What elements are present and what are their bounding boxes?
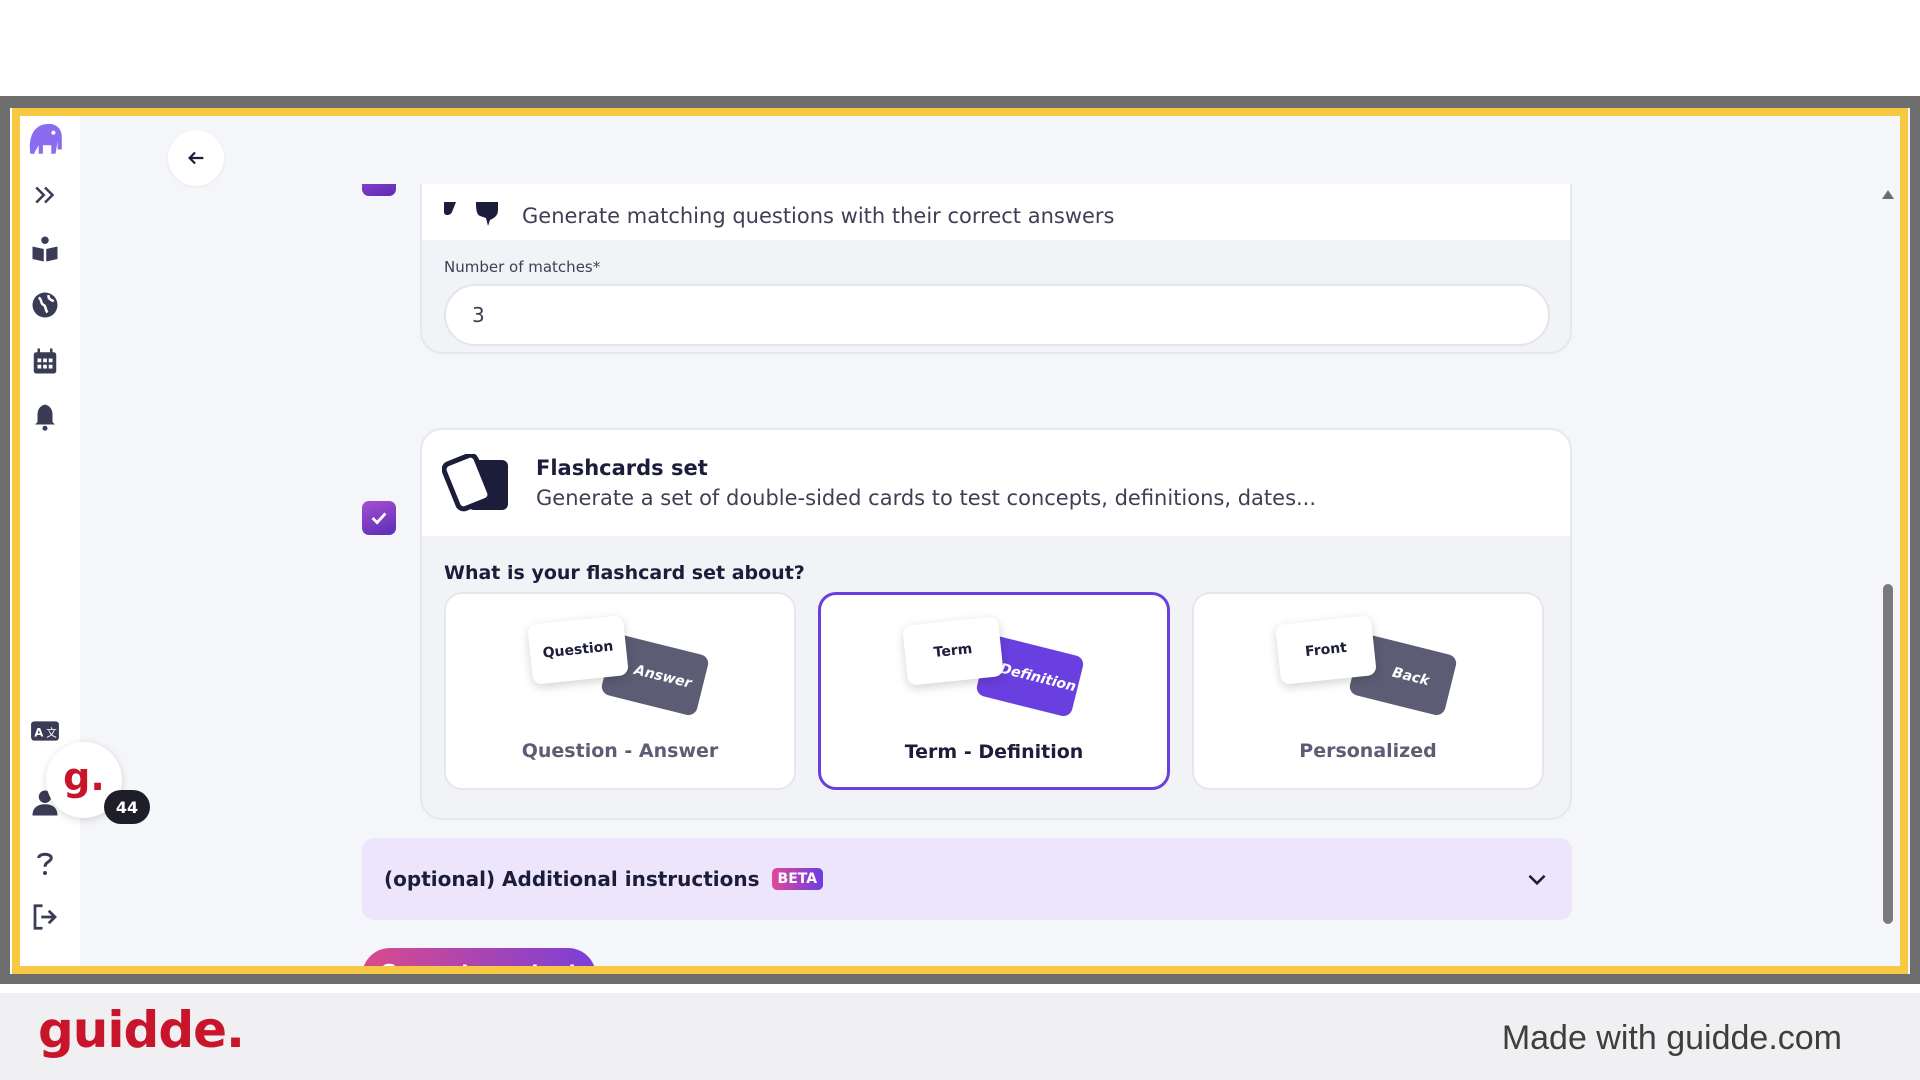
matching-checkbox[interactable] (362, 184, 396, 196)
guidde-logo-icon: g. (63, 755, 105, 799)
generate-content-button[interactable]: Generate content (362, 948, 596, 974)
number-of-matches-input[interactable]: 3 (444, 284, 1550, 346)
flashcards-checkbox[interactable] (362, 501, 396, 535)
guidde-count-badge: 44 (104, 790, 150, 824)
elephant-logo-icon[interactable] (24, 118, 66, 160)
back-button[interactable] (168, 130, 224, 186)
option-question-answer[interactable]: Answer Question Question - Answer (444, 592, 796, 790)
flashcards-subtitle: Generate a set of double-sided cards to … (536, 486, 1317, 510)
option-front-card: Question (527, 615, 629, 685)
flashcards-card: Flashcards set Generate a set of double-… (420, 428, 1572, 820)
arrow-left-icon (188, 151, 204, 165)
option-term-definition[interactable]: Definition Term Term - Definition (818, 592, 1170, 790)
scroll-up-arrow[interactable] (1882, 190, 1894, 199)
made-with-text: Made with guidde.com (1501, 1019, 1842, 1057)
option-front-card: Front (1275, 615, 1377, 685)
accordion-label: (optional) Additional instructions (384, 867, 760, 891)
option-label: Personalized (1299, 740, 1437, 762)
chevron-down-icon (1528, 874, 1546, 886)
option-front-card: Term (902, 616, 1004, 686)
beta-badge: BETA (771, 868, 824, 890)
option-personalized[interactable]: Back Front Personalized (1192, 592, 1544, 790)
matching-description: Generate matching questions with their c… (522, 204, 1115, 228)
additional-instructions-accordion[interactable]: (optional) Additional instructions BETA (362, 838, 1572, 920)
number-of-matches-label: Number of matches* (444, 258, 601, 276)
flashcards-card-header: Flashcards set Generate a set of double-… (422, 430, 1570, 536)
matching-icon (444, 202, 498, 226)
flashcards-title: Flashcards set (536, 456, 708, 480)
matching-card: Generate matching questions with their c… (420, 184, 1572, 354)
option-label: Question - Answer (521, 740, 719, 762)
footer: guidde. Made with guidde.com (0, 993, 1920, 1080)
check-icon (371, 512, 387, 525)
guidde-logo: guidde. (38, 1001, 245, 1059)
main-content: Generate matching questions with their c… (10, 184, 1900, 974)
app-window: A文 Generate matching questions with thei… (10, 108, 1910, 974)
option-label: Term - Definition (904, 741, 1084, 763)
scrollbar-thumb[interactable] (1883, 584, 1893, 924)
flashcards-question: What is your flashcard set about? (444, 562, 805, 584)
flashcards-icon (442, 454, 508, 512)
